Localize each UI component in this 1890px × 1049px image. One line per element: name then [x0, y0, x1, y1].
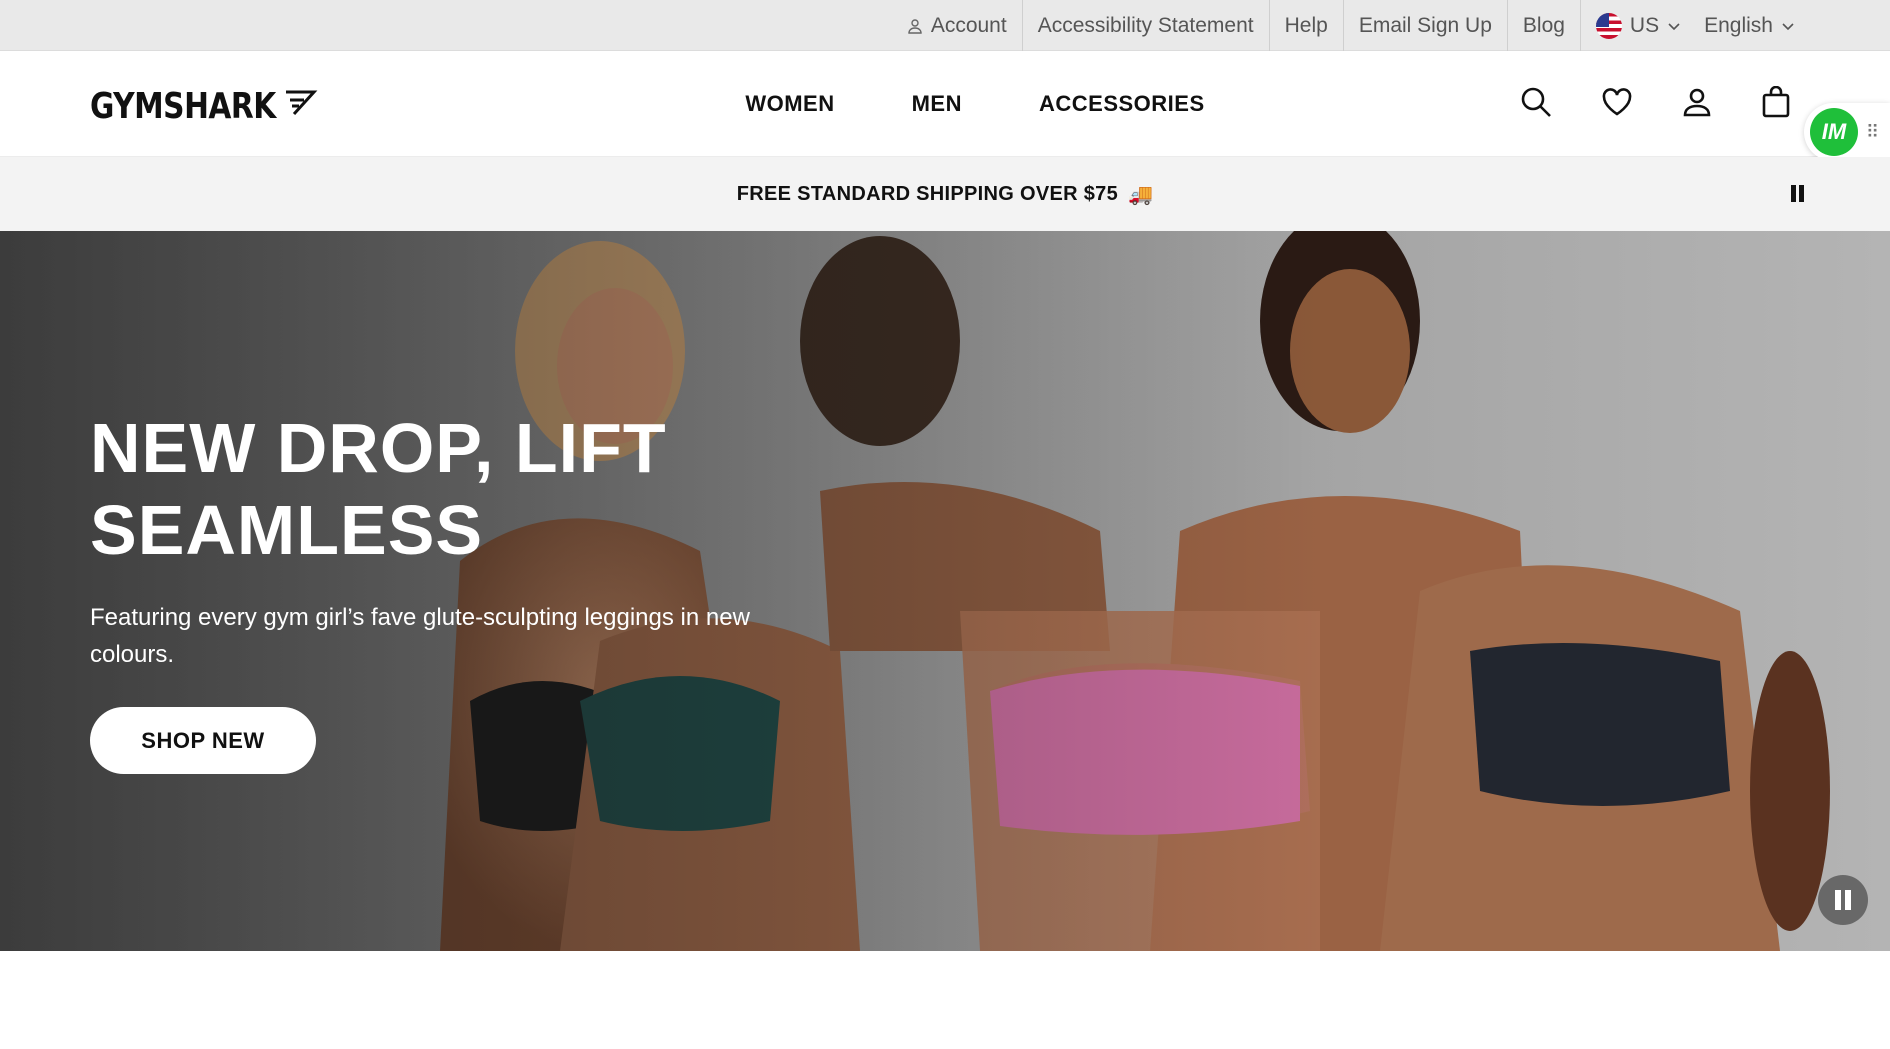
- shop-new-button[interactable]: SHOP NEW: [90, 707, 316, 774]
- hero-pause-button[interactable]: [1818, 875, 1868, 925]
- language-selector[interactable]: English: [1696, 0, 1810, 51]
- gymshark-logo[interactable]: GYMSHARK: [90, 83, 318, 127]
- chevron-down-icon: [1667, 19, 1681, 33]
- hero-subtitle: Featuring every gym girl’s fave glute-sc…: [90, 604, 750, 668]
- im-widget[interactable]: IM ⠿: [1804, 103, 1890, 161]
- email-sign-up-label: Email Sign Up: [1358, 13, 1492, 37]
- shark-logo-icon: [282, 88, 318, 123]
- promo-pause-button[interactable]: [1788, 183, 1806, 205]
- blog-label: Blog: [1522, 13, 1565, 37]
- nav-men[interactable]: MEN: [912, 91, 962, 117]
- help-link[interactable]: Help: [1268, 0, 1343, 51]
- utility-links: Account Accessibility Statement Help Ema…: [892, 0, 1810, 51]
- bag-icon[interactable]: [1762, 85, 1790, 123]
- promo-message: FREE STANDARD SHIPPING OVER $75 🚚: [0, 157, 1890, 231]
- main-header: GYMSHARK WOMEN MEN ACCESSORIES IM ⠿: [0, 51, 1890, 161]
- us-flag-icon: [1595, 12, 1622, 39]
- header-icons: [1520, 51, 1790, 157]
- country-selector[interactable]: US: [1579, 0, 1696, 51]
- im-badge: IM: [1810, 108, 1858, 156]
- hero-banner: NEW DROP, LIFT SEAMLESS Featuring every …: [0, 231, 1890, 951]
- accessibility-statement-label: Accessibility Statement: [1037, 13, 1254, 37]
- nav-accessories[interactable]: ACCESSORIES: [1039, 91, 1205, 117]
- chevron-down-icon: [1781, 19, 1795, 33]
- nav-women[interactable]: WOMEN: [745, 91, 834, 117]
- promo-bar: FREE STANDARD SHIPPING OVER $75 🚚: [0, 157, 1890, 231]
- grip-icon: ⠿: [1866, 122, 1879, 142]
- blog-link[interactable]: Blog: [1506, 0, 1580, 51]
- help-label: Help: [1284, 13, 1328, 37]
- hero-title: NEW DROP, LIFT SEAMLESS: [90, 409, 667, 569]
- language-label: English: [1704, 13, 1773, 37]
- account-link[interactable]: Account: [892, 0, 1022, 51]
- user-icon: [907, 18, 923, 34]
- account-label: Account: [930, 13, 1007, 37]
- email-sign-up-link[interactable]: Email Sign Up: [1342, 0, 1507, 51]
- hero-content: NEW DROP, LIFT SEAMLESS Featuring every …: [90, 407, 810, 774]
- logo-text: GYMSHARK: [90, 83, 276, 127]
- accessibility-statement-link[interactable]: Accessibility Statement: [1021, 0, 1269, 51]
- utility-bar: Account Accessibility Statement Help Ema…: [0, 0, 1890, 51]
- search-icon[interactable]: [1520, 86, 1552, 123]
- heart-icon[interactable]: [1602, 87, 1632, 121]
- truck-emoji-icon: 🚚: [1128, 183, 1154, 206]
- country-label: US: [1629, 13, 1660, 37]
- account-icon[interactable]: [1682, 87, 1712, 122]
- promo-text: FREE STANDARD SHIPPING OVER $75: [736, 182, 1119, 205]
